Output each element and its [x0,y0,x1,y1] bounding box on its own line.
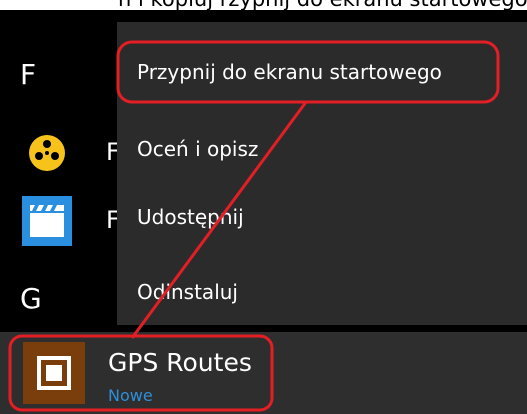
new-badge: Nowe [108,386,153,405]
context-menu: Przypnij do ekranu startowego Oceń i opi… [117,22,527,325]
menu-item-rate-and-review[interactable]: Oceń i opisz [117,117,527,181]
group-header-g[interactable]: G [20,282,42,315]
group-header-f[interactable]: F [20,58,36,91]
clapperboard-icon [22,196,72,246]
menu-item-uninstall[interactable]: Odinstaluj [117,260,527,324]
app-title: GPS Routes [108,348,252,377]
menu-item-share[interactable]: Udostępnij [117,185,527,249]
selected-app-list-item[interactable]: GPS Routes Nowe [0,332,527,414]
app-list-item[interactable]: F [0,124,120,182]
start-menu-screen: n i kopiuj rzypnij do ekranu startowego … [0,0,527,414]
cropped-text: n i kopiuj rzypnij do ekranu startowego [118,0,527,10]
menu-item-pin-to-start[interactable]: Przypnij do ekranu startowego [117,40,527,104]
cropped-previous-content: n i kopiuj rzypnij do ekranu startowego [0,0,527,10]
stop-square-icon [37,356,71,390]
gps-routes-icon [23,342,85,404]
app-list-item[interactable]: F [0,192,120,250]
film-reel-icon [22,128,72,178]
